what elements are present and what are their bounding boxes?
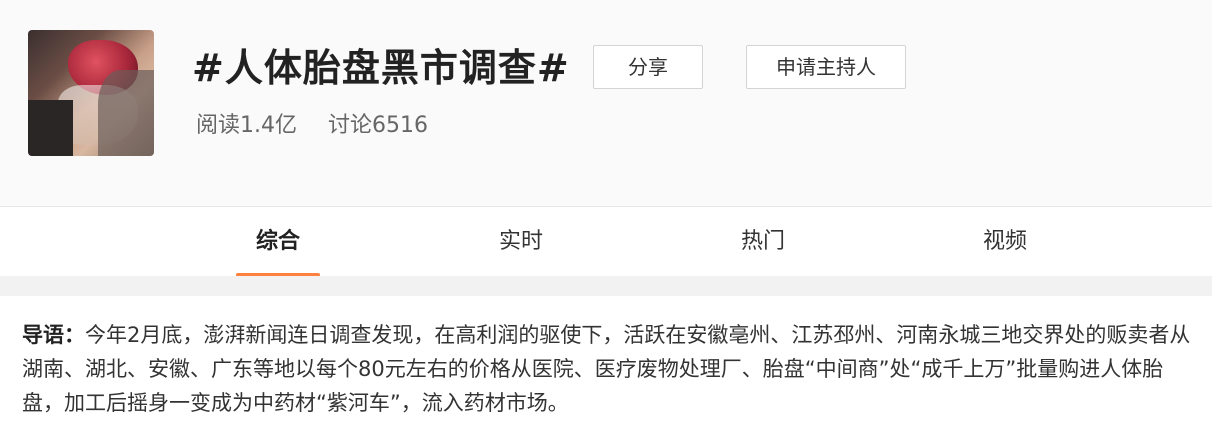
topic-title: #人体胎盘黑市调查# [192, 46, 570, 90]
tab-video[interactable]: 视频 [945, 207, 1065, 277]
read-count: 阅读1.4亿 [196, 113, 297, 138]
intro-text: 导语：今年2月底，澎湃新闻连日调查发现，在高利润的驱使下，活跃在安徽亳州、江苏邳… [22, 318, 1194, 420]
tab-realtime[interactable]: 实时 [461, 207, 581, 277]
tab-comprehensive[interactable]: 综合 [218, 207, 338, 277]
intro-label: 导语： [22, 323, 85, 347]
tab-bar: 综合 实时 热门 视频 [0, 206, 1212, 277]
share-button[interactable]: 分享 [593, 45, 703, 89]
tab-hot[interactable]: 热门 [703, 207, 823, 277]
section-divider [0, 276, 1212, 296]
thumbnail-glove [28, 100, 73, 156]
apply-host-button[interactable]: 申请主持人 [746, 45, 906, 89]
intro-panel: 导语：今年2月底，澎湃新闻连日调查发现，在高利润的驱使下，活跃在安徽亳州、江苏邳… [0, 296, 1212, 436]
topic-stats: 阅读1.4亿 讨论6516 [196, 108, 452, 144]
intro-body: 今年2月底，澎湃新闻连日调查发现，在高利润的驱使下，活跃在安徽亳州、江苏邳州、河… [22, 323, 1191, 415]
topic-header: #人体胎盘黑市调查# 分享 申请主持人 阅读1.4亿 讨论6516 [0, 0, 1212, 206]
discussion-count: 讨论6516 [328, 113, 428, 138]
topic-thumbnail[interactable] [28, 30, 154, 156]
thumbnail-hand [98, 70, 154, 156]
